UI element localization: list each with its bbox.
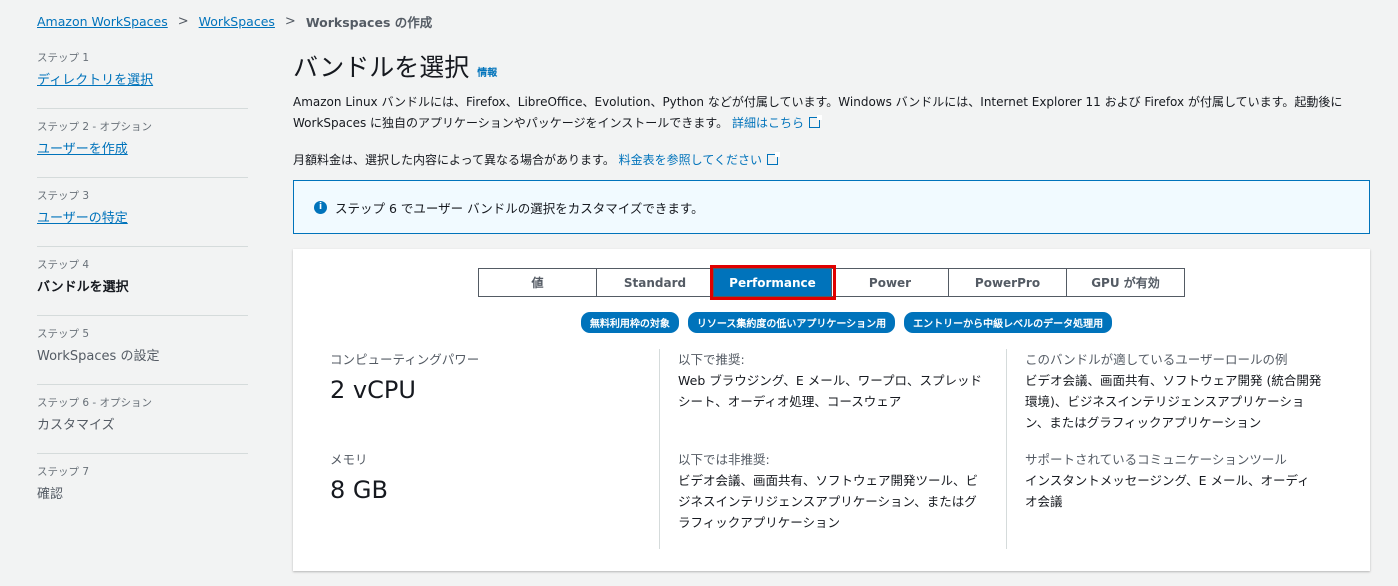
not-recommended-label: 以下では非推奨:	[678, 452, 770, 467]
step-number: ステップ 6 - オプション	[37, 397, 152, 409]
step-link-create-user[interactable]: ユーザーを作成	[37, 138, 248, 157]
roles-label: このバンドルが適しているユーザーロールの例	[1025, 352, 1288, 367]
step-link-identify-user[interactable]: ユーザーの特定	[37, 207, 248, 226]
bundle-option-gpu[interactable]: GPU が有効	[1067, 269, 1184, 296]
badge-free-tier: 無料利用枠の対象	[580, 312, 679, 333]
step-link-directory[interactable]: ディレクトリを選択	[37, 69, 248, 88]
bundle-option-standard[interactable]: Standard	[597, 269, 714, 296]
recommended-for: 以下で推奨: Web ブラウジング、E メール、ワープロ、スプレッドシート、オー…	[659, 349, 1006, 449]
breadcrumb: Amazon WorkSpaces > WorkSpaces > Workspa…	[37, 12, 432, 31]
details-row: メモリ 8 GB 以下では非推奨: ビデオ会議、画面共有、ソフトウェア開発ツール…	[330, 449, 1340, 549]
communication-tools: サポートされているコミュニケーションツール インスタントメッセージング、E メー…	[1006, 449, 1340, 549]
external-link-icon	[766, 152, 780, 165]
step-title: 確認	[37, 487, 64, 502]
step-number: ステップ 2 - オプション	[37, 121, 152, 133]
chevron-right-icon: >	[284, 14, 296, 29]
compute-label: コンピューティングパワー	[330, 352, 480, 367]
step-number: ステップ 7	[37, 466, 90, 478]
info-alert-text: ステップ 6 でユーザー バンドルの選択をカスタマイズできます。	[335, 200, 704, 216]
step-title: WorkSpaces の設定	[37, 349, 160, 364]
step-7: ステップ 7 確認	[37, 454, 248, 523]
breadcrumb-workspaces[interactable]: WorkSpaces	[199, 14, 275, 29]
page-title: バンドルを選択 情報	[293, 48, 1370, 84]
bundle-badges: 無料利用枠の対象 リソース集約度の低いアプリケーション用 エントリーから中級レベ…	[293, 312, 1370, 333]
step-number: ステップ 4	[37, 259, 90, 271]
step-4: ステップ 4 バンドルを選択	[37, 247, 248, 316]
not-recommended-text: ビデオ会議、画面共有、ソフトウェア開発ツール、ビジネスインテリジェンスアプリケー…	[678, 473, 979, 530]
step-5: ステップ 5 WorkSpaces の設定	[37, 316, 248, 385]
user-roles: このバンドルが適しているユーザーロールの例 ビデオ会議、画面共有、ソフトウェア開…	[1006, 349, 1340, 449]
memory: メモリ 8 GB	[330, 449, 659, 549]
step-3: ステップ 3 ユーザーの特定	[37, 178, 248, 247]
info-circle-icon: i	[314, 200, 327, 214]
step-2: ステップ 2 - オプション ユーザーを作成	[37, 109, 248, 178]
comm-text: インスタントメッセージング、E メール、オーディオ会議	[1025, 473, 1310, 509]
main-content: バンドルを選択 情報 Amazon Linux バンドルには、Firefox、L…	[293, 48, 1370, 571]
step-current-bundle: バンドルを選択	[37, 280, 129, 295]
page-title-text: バンドルを選択	[293, 53, 470, 82]
bundle-card: 値 Standard Performance Power PowerPro GP…	[293, 249, 1370, 571]
details-row: コンピューティングパワー 2 vCPU 以下で推奨: Web ブラウジング、E …	[330, 349, 1340, 449]
breadcrumb-amazon-workspaces[interactable]: Amazon WorkSpaces	[37, 14, 168, 29]
pricing-text: 月額料金は、選択した内容によって異なる場合があります。	[293, 153, 615, 167]
step-number: ステップ 1	[37, 52, 90, 64]
bundle-option-power[interactable]: Power	[832, 269, 949, 296]
pricing-link[interactable]: 料金表を参照してください	[619, 153, 762, 167]
not-recommended-for: 以下では非推奨: ビデオ会議、画面共有、ソフトウェア開発ツール、ビジネスインテリ…	[659, 449, 1006, 549]
chevron-right-icon: >	[177, 14, 189, 29]
wizard-steps: ステップ 1 ディレクトリを選択 ステップ 2 - オプション ユーザーを作成 …	[37, 40, 248, 523]
bundle-option-powerpro[interactable]: PowerPro	[949, 269, 1067, 296]
step-6: ステップ 6 - オプション カスタマイズ	[37, 385, 248, 454]
step-number: ステップ 3	[37, 190, 90, 202]
info-link[interactable]: 情報	[477, 64, 497, 79]
desc-line-1: Amazon Linux バンドルには、Firefox、LibreOffice、…	[293, 95, 1343, 109]
comm-label: サポートされているコミュニケーションツール	[1025, 452, 1287, 467]
learn-more-link[interactable]: 詳細はこちら	[732, 116, 804, 130]
compute-value: 2 vCPU	[330, 376, 416, 404]
memory-label: メモリ	[330, 452, 368, 467]
bundle-segmented-control: 値 Standard Performance Power PowerPro GP…	[478, 265, 1185, 300]
step-1: ステップ 1 ディレクトリを選択	[37, 40, 248, 109]
compute-power: コンピューティングパワー 2 vCPU	[330, 349, 659, 449]
pricing-note: 月額料金は、選択した内容によって異なる場合があります。 料金表を参照してください	[293, 151, 1370, 168]
badge-data-processing: エントリーから中級レベルのデータ処理用	[904, 312, 1113, 333]
breadcrumb-current: Workspaces の作成	[305, 15, 433, 30]
step-number: ステップ 5	[37, 328, 90, 340]
badge-low-resource: リソース集約度の低いアプリケーション用	[687, 312, 896, 333]
desc-line-2: WorkSpaces に独自のアプリケーションやパッケージをインストールできます…	[293, 116, 729, 130]
step-title: カスタマイズ	[37, 418, 115, 433]
recommended-text: Web ブラウジング、E メール、ワープロ、スプレッドシート、オーディオ処理、コ…	[678, 373, 982, 409]
bundle-details: コンピューティングパワー 2 vCPU 以下で推奨: Web ブラウジング、E …	[330, 349, 1340, 549]
recommended-label: 以下で推奨:	[678, 352, 745, 367]
page-description: Amazon Linux バンドルには、Firefox、LibreOffice、…	[293, 92, 1370, 134]
bundle-option-performance[interactable]: Performance	[710, 265, 836, 300]
info-alert: i ステップ 6 でユーザー バンドルの選択をカスタマイズできます。	[293, 180, 1370, 234]
roles-text: ビデオ会議、画面共有、ソフトウェア開発 (統合開発環境)、ビジネスインテリジェン…	[1025, 373, 1322, 430]
bundle-option-value[interactable]: 値	[479, 269, 597, 296]
external-link-icon	[808, 115, 822, 128]
memory-value: 8 GB	[330, 476, 388, 504]
